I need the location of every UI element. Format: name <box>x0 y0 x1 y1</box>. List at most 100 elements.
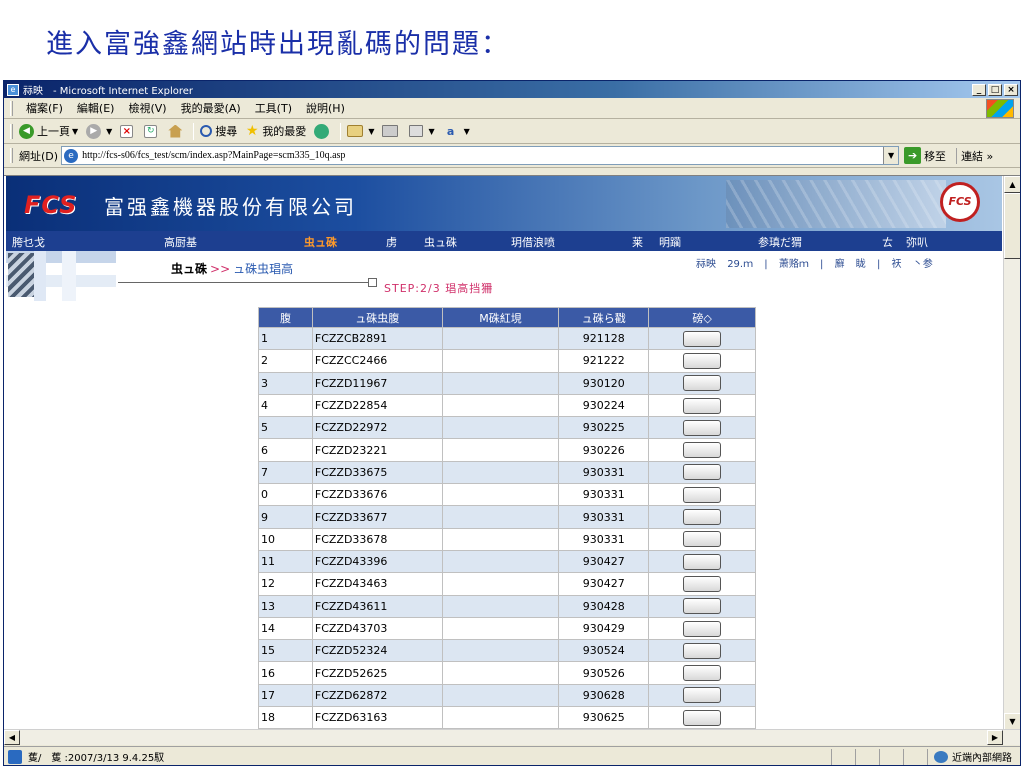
row-action-button[interactable] <box>683 665 722 682</box>
chevron-down-icon[interactable]: ▼ <box>72 127 78 136</box>
mail-button[interactable]: ▼ <box>347 125 374 137</box>
fcs-emblem: FCS <box>940 182 980 222</box>
action-cell <box>648 483 756 507</box>
row-action-button[interactable] <box>683 620 722 637</box>
row-action-button[interactable] <box>683 509 722 526</box>
search-button[interactable]: 搜尋 <box>200 123 237 139</box>
go-button[interactable]: ➔ 移至 <box>904 147 946 164</box>
scroll-up-icon[interactable]: ▲ <box>1004 176 1020 193</box>
nav-item[interactable]: 明躏 <box>659 234 681 250</box>
address-input[interactable]: e http://fcs-s06/fcs_test/scm/index.asp?… <box>61 146 900 165</box>
row-action-button[interactable] <box>683 352 722 369</box>
close-button[interactable]: × <box>1004 83 1018 96</box>
scroll-down-icon[interactable]: ▼ <box>1004 713 1020 729</box>
order-code: FCZZD52625 <box>311 661 443 685</box>
top-link[interactable]: 眬 <box>856 259 866 270</box>
row-action-button[interactable] <box>683 553 722 570</box>
row-action-button[interactable] <box>683 464 722 481</box>
page-viewport: FCS 富强鑫機器股份有限公司 FCS 胯乜戈 高厨基 虫ュ硃 虏 虫ュ硃 玥借… <box>4 175 1020 729</box>
page-icon: e <box>64 148 79 163</box>
top-link[interactable]: 29.ｍ <box>727 259 753 270</box>
top-link[interactable]: 祘映 <box>696 259 716 270</box>
row-action-button[interactable] <box>683 531 722 548</box>
menu-file[interactable]: 檔案(F) <box>19 100 70 116</box>
stop-button[interactable]: × <box>120 124 136 138</box>
order-code: FCZZD43611 <box>311 594 443 618</box>
forward-button[interactable]: ▶ ▼ <box>86 123 112 139</box>
menu-favorites[interactable]: 我的最愛(A) <box>174 100 248 116</box>
scroll-left-icon[interactable]: ◀ <box>4 730 20 745</box>
row-action-button[interactable] <box>683 419 722 436</box>
action-cell <box>648 460 756 485</box>
address-url[interactable]: http://fcs-s06/fcs_test/scm/index.asp?Ma… <box>82 150 883 161</box>
address-label: 網址(D) <box>19 149 59 163</box>
nav-item[interactable]: 虏 <box>386 234 397 250</box>
column-header: M硃紅垷 <box>441 307 560 328</box>
forward-arrow-icon: ▶ <box>86 123 102 139</box>
nav-item-active[interactable]: 虫ュ硃 <box>304 234 337 250</box>
links-button[interactable]: 連結 » <box>956 147 993 164</box>
chevron-down-icon[interactable]: ▼ <box>883 147 899 164</box>
breadcrumb-underline <box>118 282 374 283</box>
row-number: 4 <box>258 393 313 418</box>
nav-item[interactable]: 弥叭 <box>906 234 928 250</box>
nav-item[interactable]: 莱 <box>632 234 643 250</box>
row-action-button[interactable] <box>683 330 722 347</box>
nav-item[interactable]: ㄊ <box>882 234 893 250</box>
row-action-button[interactable] <box>683 598 722 615</box>
scroll-right-icon[interactable]: ▶ <box>987 730 1003 745</box>
refresh-button[interactable]: ↻ <box>144 124 160 138</box>
horizontal-scrollbar[interactable]: ◀ ▶ <box>4 729 1020 745</box>
table-header-row: 腹 ュ硃虫腹 M硃紅垷 ュ硃ら戳 磅◇ <box>258 307 756 328</box>
home-button[interactable] <box>168 124 185 138</box>
top-link[interactable]: 丶参 <box>913 259 933 270</box>
row-number: 18 <box>258 706 313 729</box>
menu-edit[interactable]: 編輯(E) <box>70 100 122 116</box>
menu-tools[interactable]: 工具(T) <box>248 100 299 116</box>
toolbar-grip[interactable] <box>10 148 13 163</box>
fcs-logo[interactable]: FCS <box>24 191 77 219</box>
toolbar-grip[interactable] <box>10 100 13 116</box>
print-button[interactable] <box>382 125 401 137</box>
nav-item[interactable]: 玥借浪喷 <box>511 234 555 250</box>
order-note <box>441 483 560 507</box>
chevron-down-icon[interactable]: ▼ <box>106 127 112 136</box>
top-link[interactable]: 廯 <box>835 259 845 270</box>
encoding-button[interactable]: a ▼ <box>443 124 470 139</box>
row-action-button[interactable] <box>683 575 722 592</box>
breadcrumb-parent[interactable]: 虫ュ硃 <box>171 262 207 276</box>
action-cell <box>648 527 756 551</box>
toolbar-grip[interactable] <box>10 123 13 139</box>
scroll-thumb[interactable] <box>1004 193 1020 259</box>
top-link[interactable]: 萧赂ｍ <box>779 259 809 270</box>
top-link[interactable]: 祆 <box>892 259 902 270</box>
row-action-button[interactable] <box>683 375 722 392</box>
row-action-button[interactable] <box>683 687 722 704</box>
order-date: 930427 <box>558 572 650 596</box>
nav-item[interactable]: 参瑱だ猬 <box>758 234 802 250</box>
menu-help[interactable]: 說明(H) <box>299 100 352 116</box>
maximize-button[interactable]: □ <box>988 83 1002 96</box>
nav-item[interactable]: 高厨基 <box>164 234 197 250</box>
nav-item[interactable]: 胯乜戈 <box>12 234 45 250</box>
favorites-button[interactable]: ★ 我的最愛 <box>245 123 306 139</box>
chevron-down-icon[interactable]: ▼ <box>368 127 374 136</box>
chevron-down-icon[interactable]: ▼ <box>428 127 434 136</box>
breadcrumb: 虫ュ硃 >> ュ硃虫琩高 <box>171 260 293 277</box>
media-button[interactable] <box>314 123 332 139</box>
minimize-button[interactable]: _ <box>972 83 986 96</box>
order-date: 930428 <box>558 594 650 618</box>
edit-button[interactable]: ▼ <box>409 125 435 137</box>
row-action-button[interactable] <box>683 397 722 414</box>
menu-view[interactable]: 檢視(V) <box>121 100 173 116</box>
row-action-button[interactable] <box>683 442 722 459</box>
row-action-button[interactable] <box>683 642 722 659</box>
vertical-scrollbar[interactable]: ▲ ▼ <box>1003 176 1020 729</box>
row-action-button[interactable] <box>683 486 722 503</box>
back-button[interactable]: ◀ 上一頁 ▼ <box>19 123 78 139</box>
font-icon: a <box>446 124 455 138</box>
nav-item[interactable]: 虫ュ硃 <box>424 234 457 250</box>
chevron-down-icon[interactable]: ▼ <box>464 127 470 136</box>
row-number: 16 <box>258 661 313 685</box>
row-action-button[interactable] <box>683 709 722 726</box>
